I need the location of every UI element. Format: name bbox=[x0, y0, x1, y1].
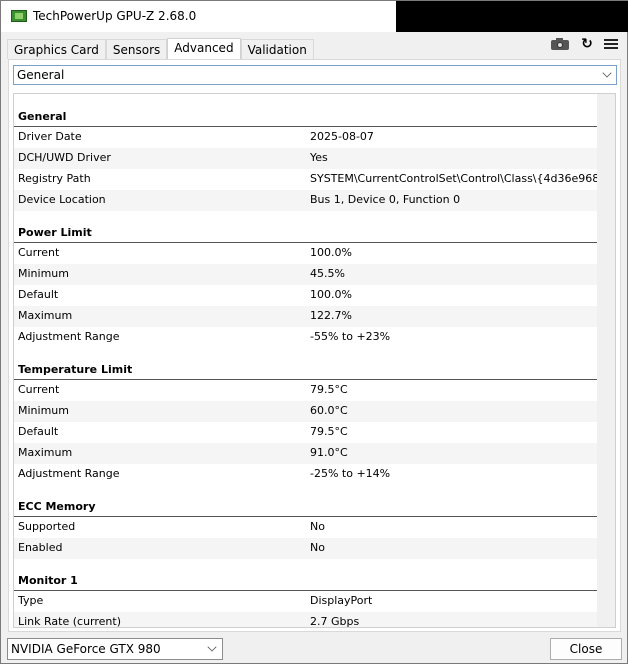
row-value: 60.0°C bbox=[310, 404, 348, 417]
row-value: 122.7% bbox=[310, 309, 352, 322]
row-key: Default bbox=[18, 425, 59, 438]
gpu-select-value: NVIDIA GeForce GTX 980 bbox=[11, 642, 161, 656]
row-value: 2.7 Gbps bbox=[310, 615, 360, 627]
table-row[interactable]: Default 100.0% bbox=[14, 285, 598, 306]
row-value: No bbox=[310, 541, 325, 554]
section-title: Monitor 1 bbox=[18, 574, 78, 587]
refresh-icon[interactable]: ↻ bbox=[577, 37, 597, 51]
table-row[interactable]: Type DisplayPort bbox=[14, 591, 598, 612]
section-header-temperature-limit: Temperature Limit bbox=[14, 358, 598, 380]
category-select-value: General bbox=[17, 68, 65, 82]
row-key: Adjustment Range bbox=[18, 467, 120, 480]
table-row[interactable]: Device Location Bus 1, Device 0, Function… bbox=[14, 190, 598, 211]
row-value: 2025-08-07 bbox=[310, 130, 374, 143]
close-button[interactable]: Close bbox=[550, 638, 622, 660]
row-key: Current bbox=[18, 246, 60, 259]
table-row[interactable]: Supported No bbox=[14, 517, 598, 538]
section-title: General bbox=[18, 110, 67, 123]
section-header-monitor-1: Monitor 1 bbox=[14, 569, 598, 591]
tab-graphics-card[interactable]: Graphics Card bbox=[7, 39, 106, 59]
table-row[interactable]: Enabled No bbox=[14, 538, 598, 559]
table-row[interactable]: Adjustment Range -55% to +23% bbox=[14, 327, 598, 348]
table-row[interactable]: Minimum 60.0°C bbox=[14, 401, 598, 422]
window-title: TechPowerUp GPU-Z 2.68.0 bbox=[33, 9, 197, 23]
table-row[interactable]: Adjustment Range -25% to +14% bbox=[14, 464, 598, 485]
chevron-down-icon bbox=[207, 642, 217, 652]
row-key: Driver Date bbox=[18, 130, 82, 143]
row-key: Enabled bbox=[18, 541, 63, 554]
row-value: SYSTEM\CurrentControlSet\Control\Class\{… bbox=[310, 172, 599, 185]
row-key: Minimum bbox=[18, 404, 69, 417]
row-key: Default bbox=[18, 288, 59, 301]
chevron-down-icon bbox=[602, 68, 612, 78]
row-value: 91.0°C bbox=[310, 446, 348, 459]
table-row[interactable]: DCH/UWD Driver Yes bbox=[14, 148, 598, 169]
menu-icon[interactable] bbox=[602, 37, 622, 51]
row-value: -25% to +14% bbox=[310, 467, 391, 480]
row-key: Maximum bbox=[18, 309, 73, 322]
section-title: Temperature Limit bbox=[18, 363, 133, 376]
row-key: Type bbox=[18, 594, 44, 607]
tab-sensors[interactable]: Sensors bbox=[105, 39, 168, 59]
table-row[interactable]: Current 100.0% bbox=[14, 243, 598, 264]
row-value: 100.0% bbox=[310, 246, 352, 259]
row-value: Yes bbox=[310, 151, 328, 164]
row-value: DisplayPort bbox=[310, 594, 373, 607]
section-header-power-limit: Power Limit bbox=[14, 221, 598, 243]
tab-advanced[interactable]: Advanced bbox=[167, 38, 241, 59]
category-select[interactable]: General bbox=[13, 65, 617, 85]
table-row[interactable]: Maximum 122.7% bbox=[14, 306, 598, 327]
gpuz-window: TechPowerUp GPU-Z 2.68.0 Graphics Card S… bbox=[0, 0, 628, 664]
table-row[interactable]: Minimum 45.5% bbox=[14, 264, 598, 285]
row-key: Registry Path bbox=[18, 172, 91, 185]
table-row[interactable]: Driver Date 2025-08-07 bbox=[14, 127, 598, 148]
section-title: Power Limit bbox=[18, 226, 92, 239]
table-row[interactable]: Default 79.5°C bbox=[14, 422, 598, 443]
row-key: Supported bbox=[18, 520, 76, 533]
title-bar[interactable]: TechPowerUp GPU-Z 2.68.0 bbox=[1, 1, 396, 32]
camera-icon[interactable] bbox=[550, 37, 570, 51]
table-row[interactable]: Link Rate (current) 2.7 Gbps bbox=[14, 612, 598, 627]
section-title: ECC Memory bbox=[18, 500, 96, 513]
table-row[interactable]: Current 79.5°C bbox=[14, 380, 598, 401]
row-key: Maximum bbox=[18, 446, 73, 459]
row-value: Bus 1, Device 0, Function 0 bbox=[310, 193, 461, 206]
gpuz-app-icon bbox=[11, 10, 27, 22]
row-value: -55% to +23% bbox=[310, 330, 391, 343]
table-row[interactable]: Registry Path SYSTEM\CurrentControlSet\Co… bbox=[14, 169, 599, 190]
section-header-general: General bbox=[14, 105, 598, 127]
section-header-ecc-memory: ECC Memory bbox=[14, 495, 598, 517]
details-list-content: General Driver Date 2025-08-07 DCH/UWD Dr… bbox=[14, 94, 599, 627]
row-value: No bbox=[310, 520, 325, 533]
title-bar-background bbox=[396, 1, 628, 32]
row-value: 100.0% bbox=[310, 288, 352, 301]
row-key: Minimum bbox=[18, 267, 69, 280]
row-key: DCH/UWD Driver bbox=[18, 151, 111, 164]
vertical-scrollbar[interactable] bbox=[597, 94, 615, 627]
row-key: Link Rate (current) bbox=[18, 615, 122, 627]
row-key: Adjustment Range bbox=[18, 330, 120, 343]
row-value: 45.5% bbox=[310, 267, 345, 280]
details-list[interactable]: General Driver Date 2025-08-07 DCH/UWD Dr… bbox=[13, 93, 616, 628]
row-value: 79.5°C bbox=[310, 425, 348, 438]
row-key: Current bbox=[18, 383, 60, 396]
row-value: 79.5°C bbox=[310, 383, 348, 396]
gpu-select[interactable]: NVIDIA GeForce GTX 980 bbox=[7, 638, 223, 660]
tab-validation[interactable]: Validation bbox=[240, 39, 314, 59]
tab-bar: Graphics Card Sensors Advanced Validatio… bbox=[7, 38, 314, 59]
table-row[interactable]: Maximum 91.0°C bbox=[14, 443, 598, 464]
row-key: Device Location bbox=[18, 193, 106, 206]
